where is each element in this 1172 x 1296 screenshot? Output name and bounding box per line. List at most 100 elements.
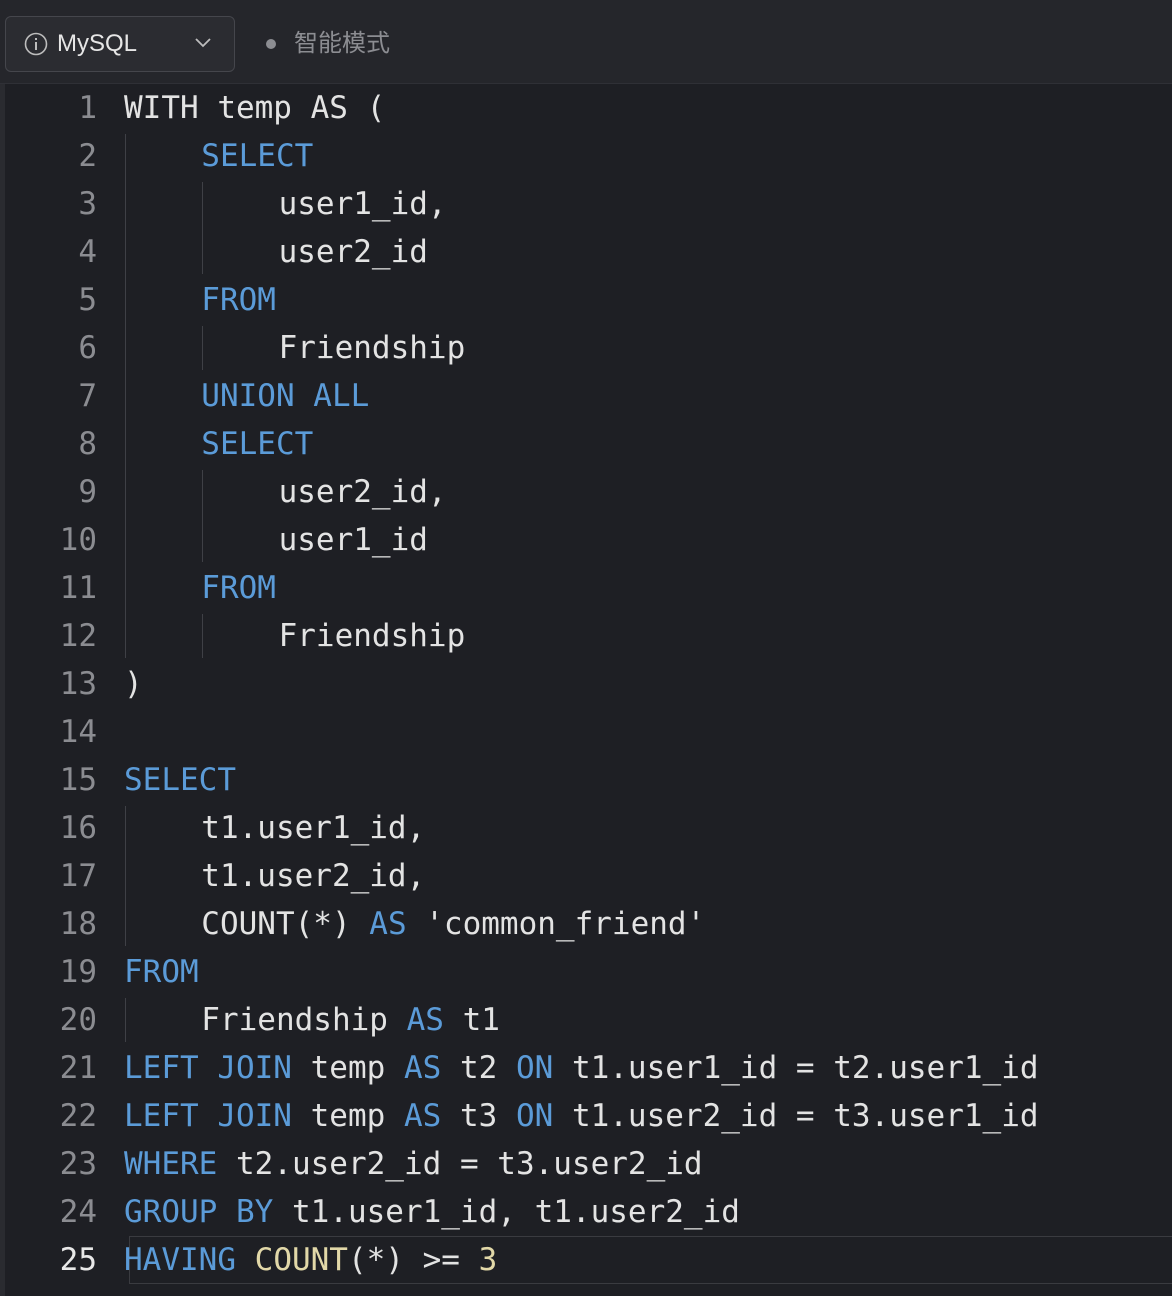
code-line[interactable]: 14 bbox=[5, 708, 1172, 756]
code-text: SELECT bbox=[201, 420, 313, 468]
code-line[interactable]: 10 user1_id bbox=[5, 516, 1172, 564]
code-text: user1_id, bbox=[279, 180, 447, 228]
code-line[interactable]: 11 FROM bbox=[5, 564, 1172, 612]
code-line[interactable]: 20 Friendship AS t1 bbox=[5, 996, 1172, 1044]
line-number: 7 bbox=[78, 378, 97, 414]
sql-text: t2 bbox=[441, 1050, 516, 1086]
code-line[interactable]: 25 HAVING COUNT(*) >= 3 bbox=[5, 1236, 1172, 1284]
line-number: 1 bbox=[78, 90, 97, 126]
sql-text: t2.user2_id = t3.user2_id bbox=[217, 1146, 703, 1182]
sql-text: t1 bbox=[443, 1002, 500, 1038]
code-text: SELECT bbox=[124, 756, 236, 804]
indent-guide bbox=[202, 470, 204, 562]
sql-keyword: UNION ALL bbox=[201, 378, 370, 414]
code-line[interactable]: 18 COUNT(*) AS 'common_friend' bbox=[5, 900, 1172, 948]
sql-keyword: SELECT bbox=[201, 426, 314, 462]
code-line[interactable]: 2 SELECT bbox=[5, 132, 1172, 180]
code-text: FROM bbox=[201, 276, 276, 324]
line-number: 23 bbox=[59, 1146, 97, 1182]
sql-keyword: AS bbox=[403, 1098, 442, 1134]
line-number: 24 bbox=[59, 1194, 97, 1230]
code-text: SELECT bbox=[201, 132, 313, 180]
sql-keyword: ON bbox=[515, 1098, 554, 1134]
language-label: MySQL bbox=[57, 30, 138, 57]
code-line[interactable]: 7 UNION ALL bbox=[5, 372, 1172, 420]
code-text: WITH temp AS ( bbox=[124, 84, 385, 132]
sql-text: t3 bbox=[441, 1098, 516, 1134]
code-line[interactable]: 4 user2_id bbox=[5, 228, 1172, 276]
sql-text: t1.user2_id = t3.user1_id bbox=[553, 1098, 1039, 1134]
sql-keyword: HAVING bbox=[124, 1242, 236, 1278]
line-number: 18 bbox=[59, 906, 97, 942]
smart-mode-toggle[interactable]: 智能模式 bbox=[294, 29, 390, 59]
code-line[interactable]: 19 FROM bbox=[5, 948, 1172, 996]
line-number: 19 bbox=[59, 954, 97, 990]
sql-text: temp bbox=[291, 1098, 404, 1134]
code-line[interactable]: 9 user2_id, bbox=[5, 468, 1172, 516]
mode-indicator-dot bbox=[266, 39, 276, 49]
code-line[interactable]: 5 FROM bbox=[5, 276, 1172, 324]
code-line[interactable]: 17 t1.user2_id, bbox=[5, 852, 1172, 900]
sql-keyword: FROM bbox=[201, 570, 276, 606]
sql-keyword: ON bbox=[515, 1050, 554, 1086]
code-text: LEFT JOIN temp AS t2 ON t1.user1_id = t2… bbox=[124, 1044, 1039, 1092]
indent-guide bbox=[125, 998, 126, 1042]
code-line[interactable]: 23 WHERE t2.user2_id = t3.user2_id bbox=[5, 1140, 1172, 1188]
sql-text: COUNT(*) bbox=[201, 906, 370, 942]
sql-keyword: FROM bbox=[201, 282, 276, 318]
line-number: 9 bbox=[78, 474, 97, 510]
code-line[interactable]: 22 LEFT JOIN temp AS t3 ON t1.user2_id = … bbox=[5, 1092, 1172, 1140]
code-line[interactable]: 24 GROUP BY t1.user1_id, t1.user2_id bbox=[5, 1188, 1172, 1236]
chevron-down-icon bbox=[195, 38, 211, 48]
code-text: UNION ALL bbox=[201, 372, 369, 420]
code-editor[interactable]: 1 WITH temp AS (2 SELECT 3 user1_id, 4 user2_i… bbox=[0, 84, 1172, 1296]
sql-text: user1_id, bbox=[278, 186, 447, 222]
sql-keyword: AS bbox=[406, 1002, 444, 1038]
sql-text: user2_id, bbox=[278, 474, 447, 510]
sql-keyword: AS bbox=[369, 906, 407, 942]
code-line[interactable]: 21 LEFT JOIN temp AS t2 ON t1.user1_id = … bbox=[5, 1044, 1172, 1092]
line-number: 3 bbox=[78, 186, 97, 222]
code-line[interactable]: 15 SELECT bbox=[5, 756, 1172, 804]
code-line[interactable]: 13) bbox=[5, 660, 1172, 708]
sql-keyword: SELECT bbox=[124, 762, 236, 798]
line-number: 6 bbox=[78, 330, 97, 366]
indent-guide bbox=[125, 134, 126, 658]
code-line[interactable]: 3 user1_id, bbox=[5, 180, 1172, 228]
code-text: LEFT JOIN temp AS t3 ON t1.user2_id = t3… bbox=[124, 1092, 1039, 1140]
sql-keyword: GROUP BY bbox=[124, 1194, 274, 1230]
line-number: 11 bbox=[59, 570, 97, 606]
code-text: Friendship bbox=[279, 612, 466, 660]
code-line[interactable]: 12 Friendship bbox=[5, 612, 1172, 660]
line-number: 12 bbox=[59, 618, 97, 654]
sql-text: (*) >= bbox=[347, 1242, 479, 1278]
indent-guide bbox=[202, 614, 204, 658]
sql-keyword: AS bbox=[403, 1050, 442, 1086]
line-number: 15 bbox=[59, 762, 97, 798]
indent-guide bbox=[202, 182, 204, 274]
code-line[interactable]: 16 t1.user1_id, bbox=[5, 804, 1172, 852]
line-number: 8 bbox=[78, 426, 97, 462]
code-text: COUNT(*) AS 'common_friend' bbox=[201, 900, 705, 948]
line-number: 5 bbox=[78, 282, 97, 318]
editor-toolbar: MySQL 智能模式 bbox=[0, 0, 1172, 84]
sql-text: ) bbox=[124, 666, 143, 702]
sql-keyword: LEFT JOIN bbox=[124, 1050, 292, 1086]
code-line[interactable]: 1 WITH temp AS ( bbox=[5, 84, 1172, 132]
sql-function: COUNT bbox=[254, 1242, 348, 1278]
language-select[interactable]: MySQL bbox=[5, 16, 235, 72]
code-text: GROUP BY t1.user1_id, t1.user2_id bbox=[124, 1188, 740, 1236]
code-text: FROM bbox=[201, 564, 276, 612]
code-line[interactable]: 8 SELECT bbox=[5, 420, 1172, 468]
sql-text: t1.user1_id, bbox=[201, 810, 426, 846]
sql-keyword: SELECT bbox=[201, 138, 314, 174]
sql-text: Friendship bbox=[278, 618, 466, 654]
sql-number: 3 bbox=[478, 1242, 498, 1278]
code-line[interactable]: 6 Friendship bbox=[5, 324, 1172, 372]
code-text: t1.user1_id, bbox=[201, 804, 425, 852]
line-number: 13 bbox=[59, 666, 97, 702]
sql-keyword: FROM bbox=[124, 954, 199, 990]
line-number: 16 bbox=[59, 810, 97, 846]
indent-guide bbox=[202, 326, 204, 370]
